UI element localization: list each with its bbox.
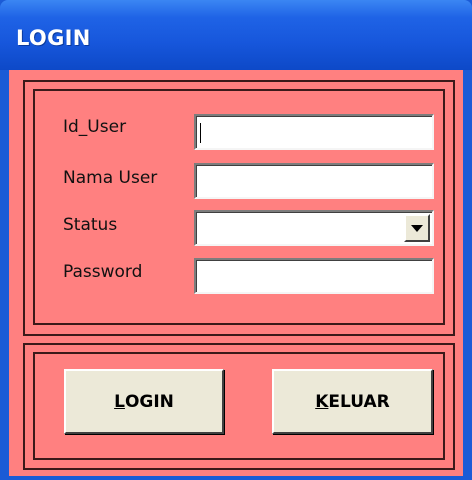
id-user-input[interactable] [194,114,434,150]
login-button[interactable]: L OGIN [64,369,224,434]
id-user-label: Id_User [63,117,127,137]
password-label: Password [63,262,143,282]
status-label: Status [63,215,118,235]
text-caret [200,123,201,143]
nama-user-label: Nama User [63,168,158,188]
keluar-label-rest: ELUAR [328,391,390,412]
keluar-button[interactable]: K ELUAR [272,369,433,434]
keluar-access-key: K [315,391,329,412]
status-combo[interactable] [194,210,434,246]
login-access-key: L [114,391,125,412]
status-dropdown-button[interactable] [404,214,430,242]
window-title: LOGIN [16,26,91,50]
password-input[interactable] [194,258,434,294]
title-bar[interactable]: LOGIN [0,0,472,70]
chevron-down-icon [411,224,423,232]
nama-user-input[interactable] [194,163,434,199]
login-label-rest: OGIN [124,391,174,412]
